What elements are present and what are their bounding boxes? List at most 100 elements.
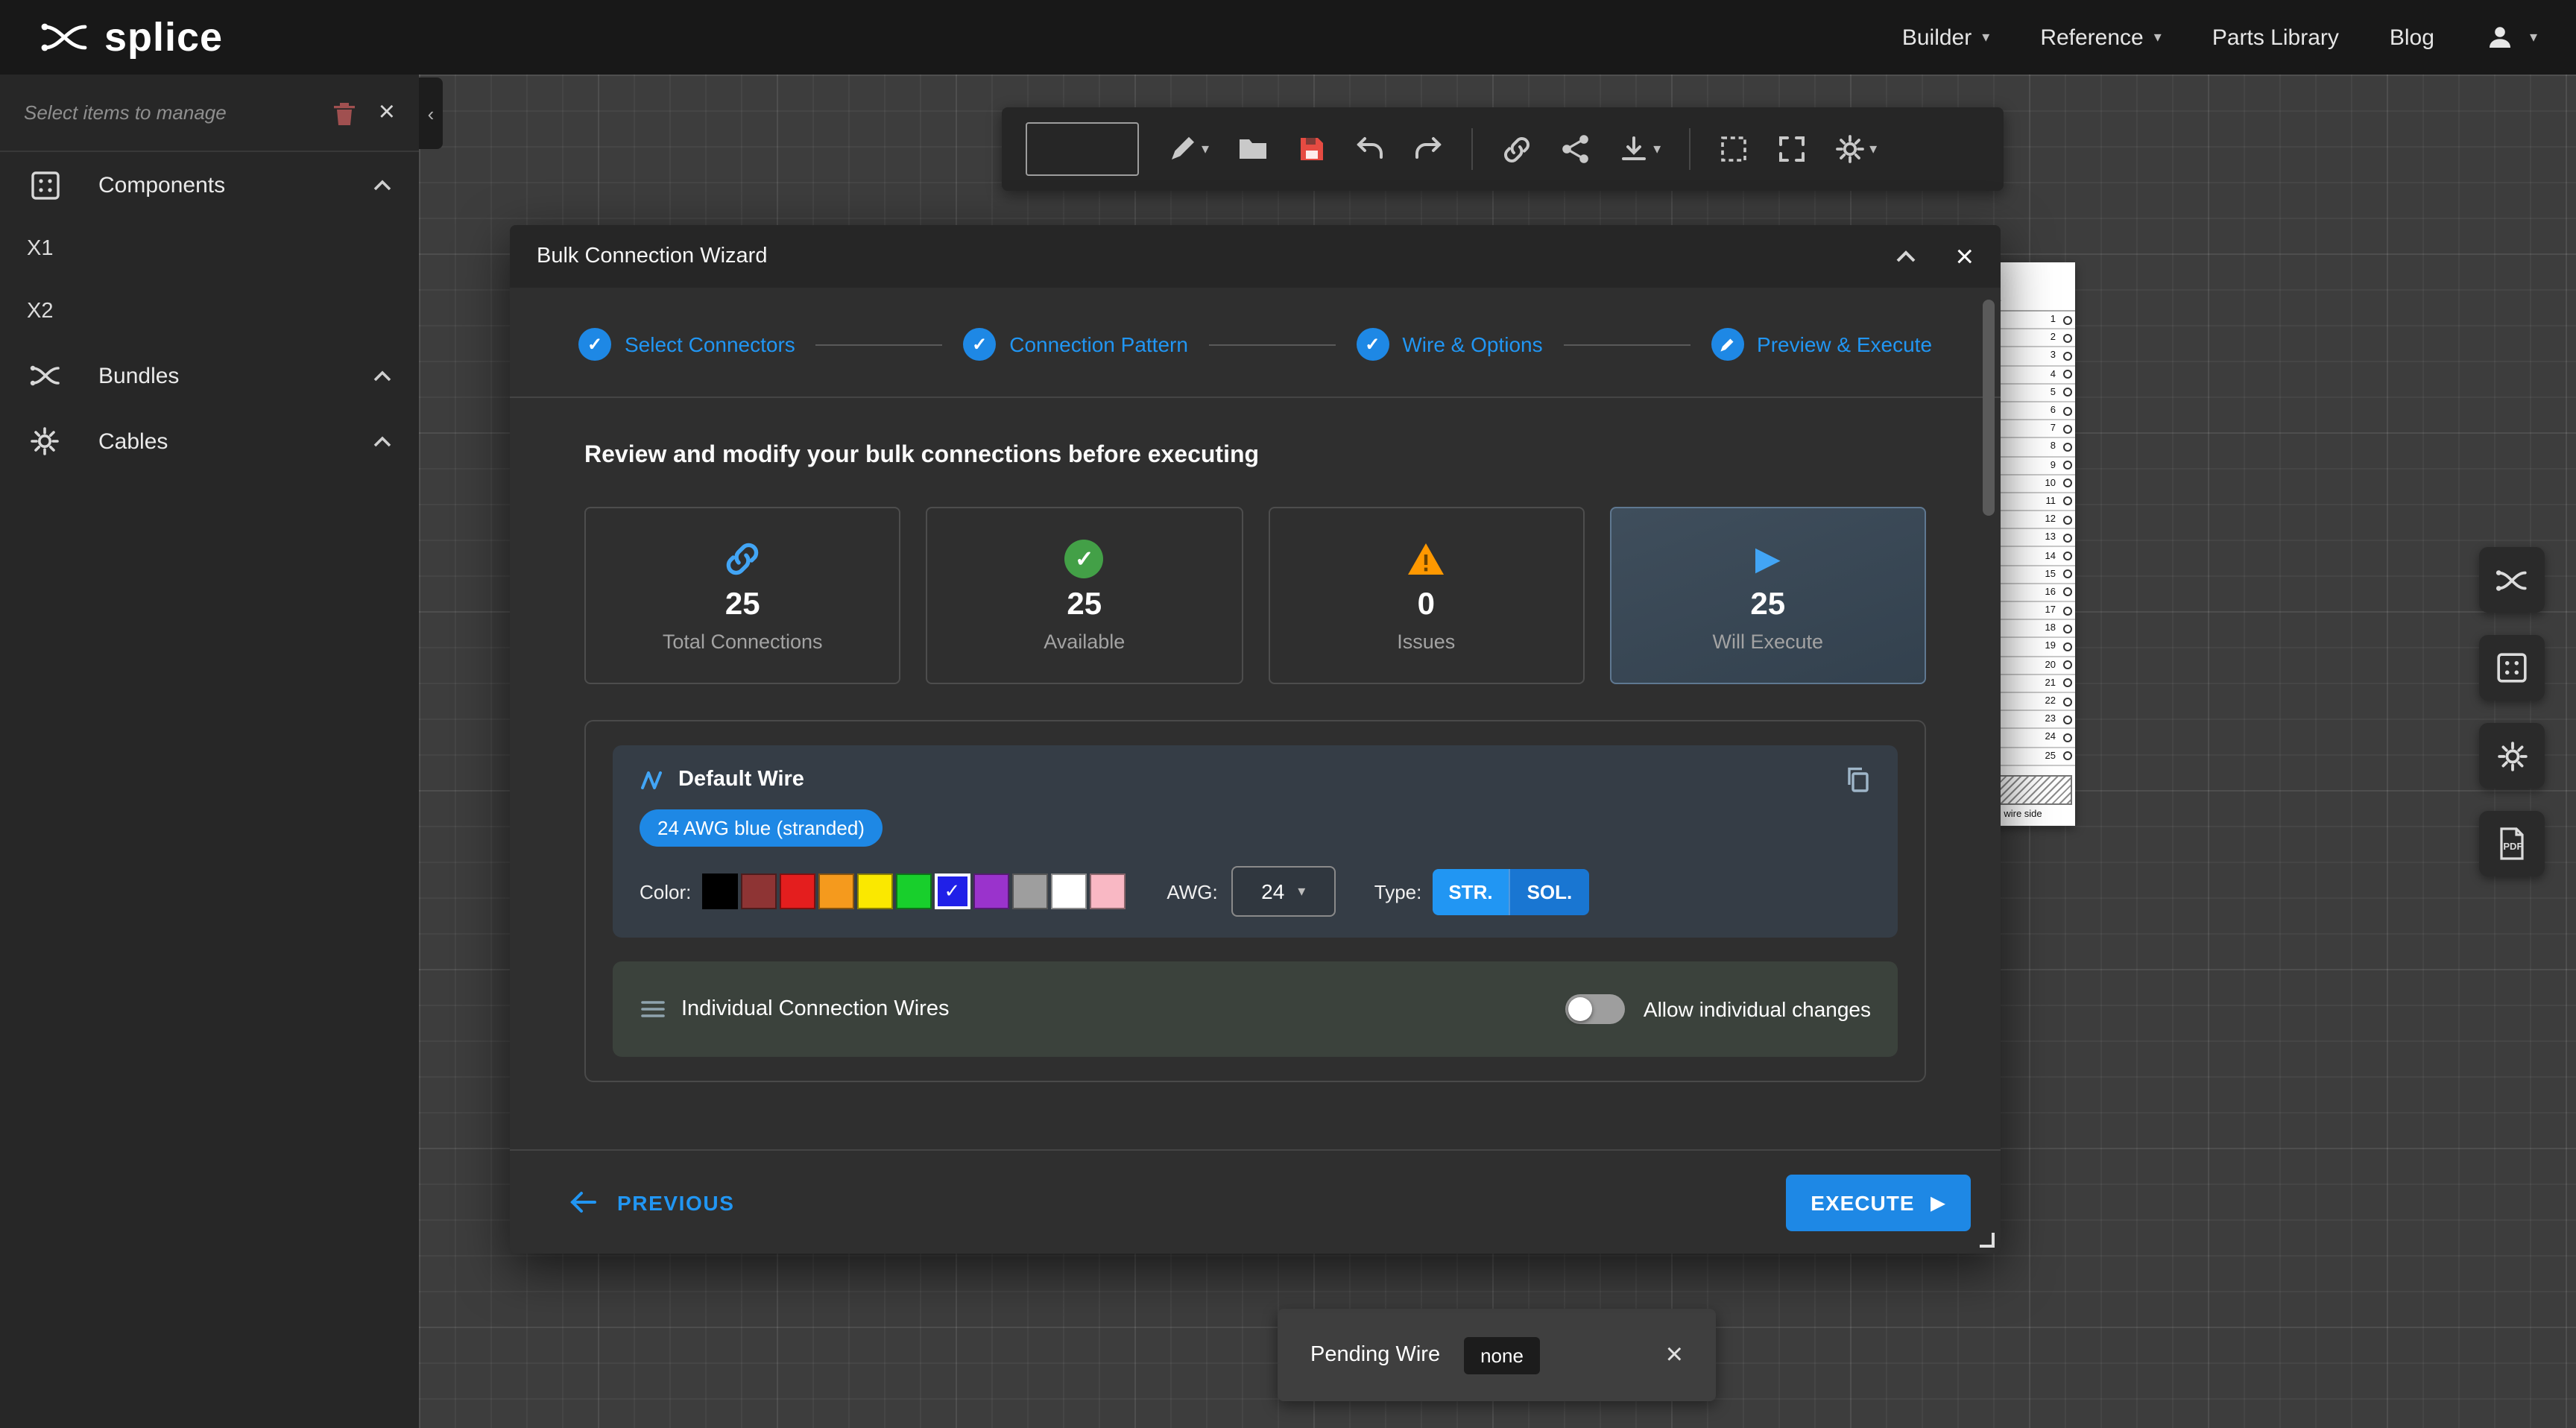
color-swatch-yellow[interactable]	[856, 873, 892, 909]
chevron-down-icon: ▾	[1202, 141, 1209, 157]
wire-icon	[640, 768, 663, 791]
color-swatch-blue[interactable]: ✓	[934, 873, 970, 909]
marquee-select-button[interactable]	[1719, 134, 1749, 164]
settings-button[interactable]: ▾	[1835, 134, 1877, 164]
color-swatch-white[interactable]	[1050, 873, 1086, 909]
nav-parts-library-label: Parts Library	[2212, 25, 2339, 50]
modal-header[interactable]: Bulk Connection Wizard ×	[510, 225, 2001, 288]
sidebar-item-x2[interactable]: X2	[0, 280, 419, 343]
color-swatch-orange[interactable]	[818, 873, 853, 909]
download-button[interactable]: ▾	[1619, 134, 1661, 164]
type-solid-button[interactable]: SOL.	[1509, 868, 1589, 914]
share-button[interactable]	[1561, 134, 1591, 164]
edit-tool-button[interactable]: ▾	[1167, 134, 1209, 164]
sidebar-selection-bar: Select items to manage ×	[0, 75, 419, 152]
modal-scrollbar-thumb[interactable]	[1983, 300, 1995, 516]
toast-close-button[interactable]: ×	[1666, 1340, 1683, 1370]
stat-will-execute: ▶ 25 Will Execute	[1610, 507, 1927, 684]
pending-wire-value: none	[1464, 1336, 1540, 1374]
undo-button[interactable]	[1355, 136, 1385, 162]
chevron-up-icon[interactable]	[373, 435, 392, 448]
nav-reference[interactable]: Reference ▾	[2040, 25, 2162, 50]
stat-label: Available	[1044, 631, 1125, 653]
wire-spec-chip: 24 AWG blue (stranded)	[640, 809, 883, 847]
nav-builder[interactable]: Builder ▾	[1902, 25, 1989, 50]
chevron-up-icon[interactable]	[373, 369, 392, 382]
modal-collapse-button[interactable]	[1894, 249, 1916, 264]
delete-selection-button[interactable]	[331, 99, 358, 126]
fit-to-screen-button[interactable]	[1777, 134, 1807, 164]
clear-selection-button[interactable]: ×	[379, 96, 395, 129]
execute-button[interactable]: EXECUTE ▶	[1785, 1174, 1971, 1230]
color-swatch-black[interactable]	[701, 873, 737, 909]
list-icon	[640, 999, 666, 1020]
wire-controls-row: Color: ✓ AWG: 24 ▾ Type: STR. SOL.	[640, 866, 1871, 917]
open-folder-button[interactable]	[1237, 136, 1269, 162]
check-circle-icon: ✓	[1065, 538, 1104, 580]
user-icon	[2485, 22, 2515, 52]
design-name-input[interactable]	[1026, 122, 1139, 176]
awg-select[interactable]: 24 ▾	[1231, 866, 1336, 917]
sidebar-item-label: Cables	[98, 429, 373, 454]
pdf-export-button[interactable]: PDF	[2479, 811, 2545, 876]
sidebar-item-bundles[interactable]: Bundles	[0, 343, 419, 408]
sidebar-collapse-button[interactable]: ‹	[419, 78, 443, 149]
nav-builder-label: Builder	[1902, 25, 1972, 50]
modal-resize-handle[interactable]	[1980, 1233, 1995, 1248]
sidebar-item-cables[interactable]: Cables	[0, 408, 419, 474]
type-stranded-button[interactable]: STR.	[1432, 868, 1509, 914]
step-label: Connection Pattern	[1009, 332, 1188, 356]
user-menu[interactable]: ▾	[2485, 22, 2537, 52]
stat-issues: 0 Issues	[1268, 507, 1585, 684]
color-swatch-pink[interactable]	[1089, 873, 1125, 909]
stats-row: 25 Total Connections ✓ 25 Available 0 Is…	[584, 507, 1926, 684]
color-swatch-red[interactable]	[779, 873, 815, 909]
allow-individual-changes-toggle[interactable]	[1566, 994, 1626, 1024]
splice-logo[interactable]: splice	[39, 14, 223, 60]
color-label: Color:	[640, 880, 691, 903]
arrow-left-icon	[569, 1191, 596, 1213]
step-connector-line	[1209, 344, 1335, 345]
step-connection-pattern[interactable]: ✓ Connection Pattern	[963, 328, 1188, 361]
stat-label: Issues	[1397, 631, 1455, 653]
previous-button[interactable]: PREVIOUS	[561, 1189, 744, 1216]
right-toolbar: PDF	[2479, 547, 2545, 876]
previous-label: PREVIOUS	[617, 1190, 735, 1214]
chevron-up-icon[interactable]	[373, 178, 392, 192]
save-button[interactable]	[1297, 134, 1327, 164]
link-button[interactable]	[1501, 133, 1532, 165]
step-wire-options[interactable]: ✓ Wire & Options	[1356, 328, 1542, 361]
step-preview-execute[interactable]: Preview & Execute	[1711, 328, 1932, 361]
sidebar-item-components[interactable]: Components	[0, 152, 419, 218]
step-connector-line	[816, 344, 942, 345]
step-connector-line	[1564, 344, 1690, 345]
color-swatch-purple[interactable]	[973, 873, 1008, 909]
default-wire-title: Default Wire	[678, 768, 804, 792]
cables-tool-button[interactable]	[2479, 723, 2545, 789]
step-complete-icon: ✓	[1356, 328, 1389, 361]
warning-icon	[1406, 538, 1446, 580]
wire-type-segmented: STR. SOL.	[1432, 868, 1588, 914]
color-swatch-green[interactable]	[895, 873, 931, 909]
execute-label: EXECUTE	[1811, 1190, 1914, 1214]
chevron-down-icon: ▾	[1298, 883, 1305, 900]
modal-close-button[interactable]: ×	[1955, 241, 1974, 272]
copy-icon[interactable]	[1844, 766, 1871, 793]
play-icon: ▶	[1755, 538, 1781, 580]
logo-wordmark: splice	[104, 14, 223, 60]
awg-label: AWG:	[1167, 880, 1217, 903]
sidebar-item-label: Components	[98, 172, 373, 198]
link-icon	[723, 538, 762, 580]
color-swatch-gray[interactable]	[1011, 873, 1047, 909]
nav-blog[interactable]: Blog	[2390, 25, 2434, 50]
sidebar-item-x1[interactable]: X1	[0, 218, 419, 280]
modal-title: Bulk Connection Wizard	[537, 244, 768, 268]
components-tool-button[interactable]	[2479, 635, 2545, 701]
review-heading: Review and modify your bulk connections …	[584, 443, 1926, 470]
color-swatch-dark-red[interactable]	[740, 873, 776, 909]
redo-button[interactable]	[1413, 136, 1443, 162]
canvas-toolbar: ▾	[1002, 107, 2004, 191]
step-select-connectors[interactable]: ✓ Select Connectors	[578, 328, 795, 361]
bundles-tool-button[interactable]	[2479, 547, 2545, 613]
nav-parts-library[interactable]: Parts Library	[2212, 25, 2339, 50]
